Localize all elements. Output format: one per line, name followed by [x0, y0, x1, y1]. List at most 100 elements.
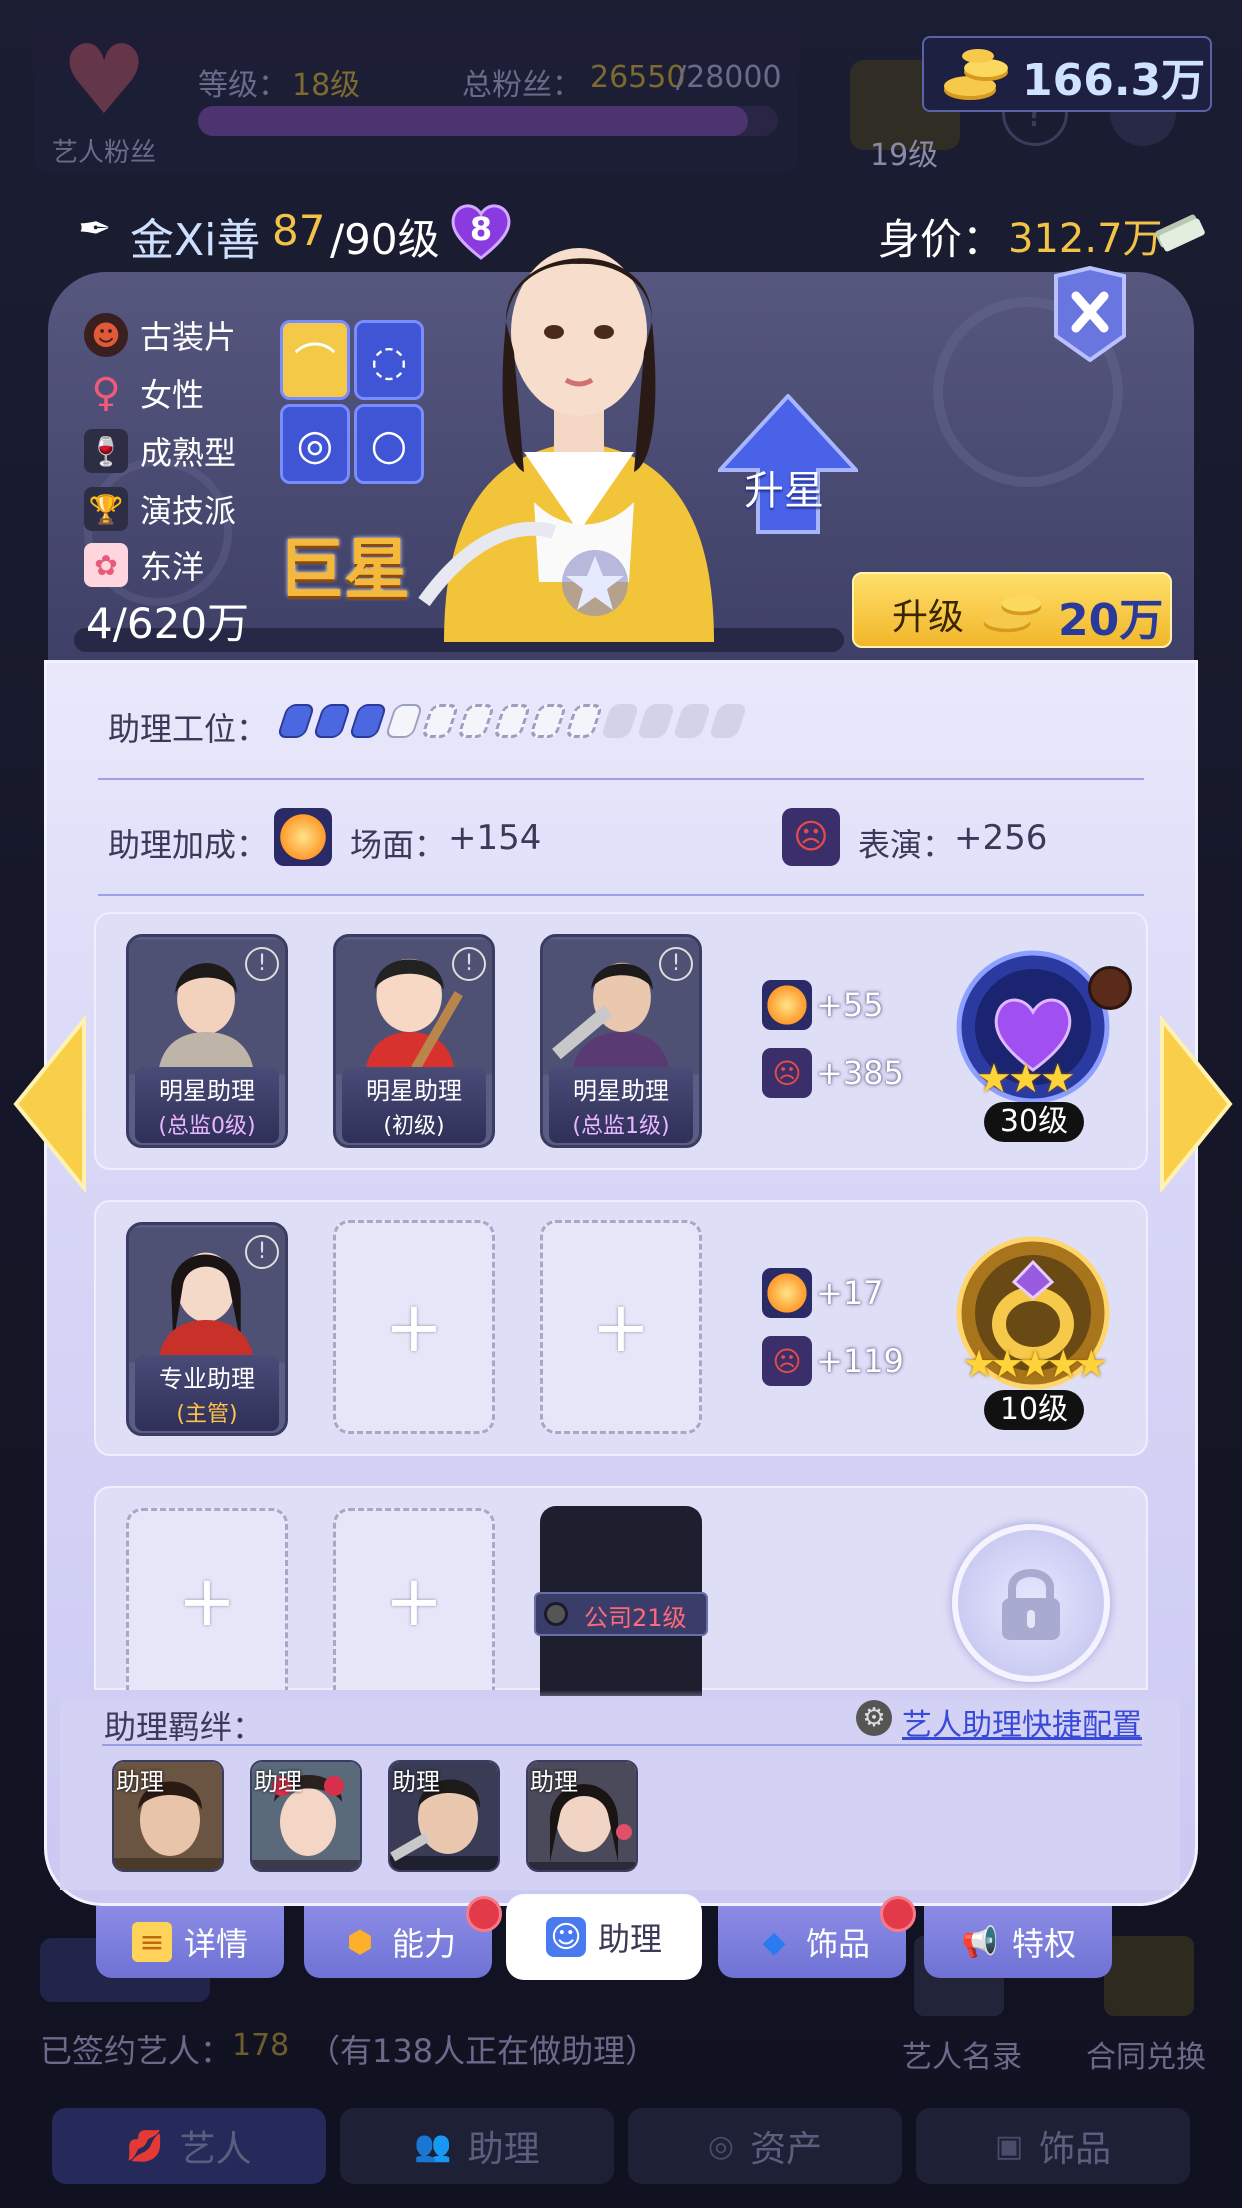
medal-level: 30级	[984, 1102, 1084, 1142]
tag-gender: ♀ 女性	[84, 370, 204, 416]
notification-dot	[466, 1896, 502, 1932]
drama-mask-icon: ☹	[782, 808, 840, 866]
tab-accessory[interactable]: ◆ 饰品	[718, 1906, 906, 1978]
worth-value: 312.7万	[1008, 216, 1163, 262]
fan-title: 艺人粉丝	[52, 138, 157, 168]
bond-tag: 助理	[530, 1768, 578, 1796]
artist-level: 87	[272, 206, 326, 255]
assistant-level: (总监0级)	[158, 1114, 256, 1139]
bond-tag: 助理	[116, 1768, 164, 1796]
bond-avatar[interactable]: 助理	[388, 1760, 500, 1872]
tag-style: 🏆 演技派	[84, 486, 236, 532]
nav-assets[interactable]: ◎ 资产	[628, 2108, 902, 2184]
accessory-grid: ⌒ ◌ ◎ ○	[280, 320, 424, 484]
coin-icon: ◎	[707, 2128, 735, 2164]
megaphone-icon: 📢	[961, 1924, 999, 1960]
bond-label: 助理羁绊：	[104, 1708, 265, 1746]
game-screen: ♥ 艺人粉丝 等级： 18级 总粉丝： 26550 /28000 19级 ? 1…	[0, 0, 1242, 2208]
assistant-card[interactable]: ! 明星助理 (总监1级)	[540, 934, 702, 1148]
assistant-caption: 明星助理 (总监0级)	[135, 1067, 279, 1143]
cap-icon[interactable]: ⌒	[280, 320, 350, 400]
mask-icon	[1088, 966, 1132, 1010]
drama-mask-icon: ☹	[762, 1048, 812, 1098]
assistant-level: (初级)	[383, 1114, 445, 1139]
bond-avatar[interactable]: 助理	[250, 1760, 362, 1872]
close-button[interactable]	[1052, 266, 1128, 362]
upgrade-star-label[interactable]: 升星	[744, 458, 824, 516]
tab-label: 特权	[1011, 1925, 1076, 1963]
assistant-level: (主管)	[176, 1402, 238, 1427]
explosion-icon	[274, 808, 332, 866]
info-icon[interactable]: !	[452, 947, 486, 981]
clipboard-icon: ≡	[131, 1922, 172, 1962]
empty-slot[interactable]: +	[333, 1220, 495, 1434]
bonus-label: 助理加成：	[108, 826, 269, 864]
tab-ability[interactable]: ⬢ 能力	[304, 1906, 492, 1978]
nav-artist[interactable]: 💋 艺人	[52, 2108, 326, 2184]
divider	[98, 778, 1144, 780]
female-icon: ♀	[91, 370, 121, 416]
bond-tag: 助理	[254, 1768, 302, 1796]
contract-icon	[1104, 1936, 1194, 2016]
edit-name-icon[interactable]: ✒	[78, 206, 118, 256]
tag-label: 女性	[140, 376, 205, 414]
next-arrow-button[interactable]	[1156, 1016, 1236, 1192]
bonus-scene-value: +154	[448, 818, 542, 858]
info-icon[interactable]: !	[245, 947, 279, 981]
tag-label: 古装片	[140, 318, 237, 356]
upgrade-cost: 20万	[1058, 595, 1164, 646]
quick-config-link[interactable]: 艺人助理快捷配置	[902, 1700, 1142, 1744]
empty-slot[interactable]: +	[333, 1508, 495, 1690]
bonus-acting-value: +256	[954, 818, 1048, 858]
tab-details[interactable]: ≡ 详情	[96, 1906, 284, 1978]
medal-stars: ★★★★★	[962, 1342, 1108, 1386]
mask-icon: ☻	[84, 313, 128, 357]
cash-stack-icon	[1155, 214, 1205, 252]
assistant-level: (总监1级)	[572, 1114, 670, 1139]
assistant-card[interactable]: ! 明星助理 (总监0级)	[126, 934, 288, 1148]
assistant-name: 专业助理	[159, 1365, 255, 1393]
artist-list-label: 艺人名录	[902, 2040, 1022, 2075]
assistant-caption: 专业助理 (主管)	[135, 1355, 279, 1431]
fan-progress-bar	[198, 106, 778, 136]
gold-coins-icon	[983, 595, 1042, 633]
lock-icon	[1002, 1569, 1060, 1640]
assistant-card[interactable]: ! 专业助理 (主管)	[126, 1222, 288, 1436]
fan-total-max: /28000	[676, 60, 782, 95]
tab-privilege[interactable]: 📢 特权	[924, 1906, 1112, 1978]
tag-label: 演技派	[140, 492, 237, 530]
signed-value: 178	[232, 2028, 290, 2063]
diamond-icon: ◆	[762, 1924, 786, 1960]
signed-note: （有138人正在做助理）	[308, 2032, 658, 2070]
signed-label: 已签约艺人：	[40, 2032, 233, 2070]
medal-level: 10级	[984, 1390, 1084, 1430]
empty-slot[interactable]: +	[126, 1508, 288, 1690]
bond-avatar[interactable]: 助理	[526, 1760, 638, 1872]
hexagon-icon: ⬢	[346, 1924, 374, 1960]
drama-mask-icon: ☹	[762, 1336, 812, 1386]
tag-label: 东洋	[140, 548, 205, 586]
info-icon[interactable]: !	[659, 947, 693, 981]
info-icon[interactable]: !	[245, 1235, 279, 1269]
assistant-card[interactable]: ! 明星助理 (初级)	[333, 934, 495, 1148]
lock-dot-icon	[544, 1602, 568, 1626]
medal-stars: ★★★	[976, 1056, 1076, 1102]
assistant-name: 明星助理	[159, 1077, 255, 1105]
empty-slot[interactable]: +	[540, 1220, 702, 1434]
nav-accessory[interactable]: ▣ 饰品	[916, 2108, 1190, 2184]
prev-arrow-button[interactable]	[10, 1016, 90, 1192]
tab-assistant[interactable]: ☺ 助理	[506, 1894, 702, 1980]
bond-tag: 助理	[392, 1768, 440, 1796]
assistant-name: 明星助理	[573, 1077, 669, 1105]
locked-requirement: 公司21级	[584, 1604, 687, 1632]
nav-assistant[interactable]: 👥 助理	[340, 2108, 614, 2184]
fan-progress-fill	[198, 106, 748, 136]
artist-name: 金Xi善	[130, 215, 261, 266]
star-icon	[562, 550, 628, 616]
bond-avatar[interactable]: 助理	[112, 1760, 224, 1872]
gear-icon[interactable]: ⚙	[856, 1700, 892, 1736]
tab-label: 详情	[183, 1925, 248, 1963]
bracelet-icon[interactable]: ◎	[280, 404, 350, 484]
tab-label: 能力	[391, 1925, 456, 1963]
fan-total-label: 总粉丝：	[462, 68, 582, 103]
